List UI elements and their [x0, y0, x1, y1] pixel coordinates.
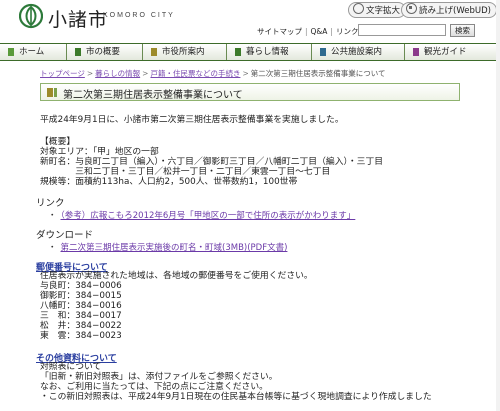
city-roman-name: KOMORO CITY — [103, 12, 175, 19]
overview-line: 三和二丁目・三丁目／松井一丁目・二丁目／東雲一丁目〜七丁目 — [40, 167, 331, 177]
overview-line: 対象エリア：「甲」地区の一部 — [40, 147, 159, 157]
links-heading: リンク — [36, 198, 65, 209]
postal-code-row: 三 和：384−0017 — [40, 311, 122, 321]
pdf-download-link[interactable]: ・第二次第三期住居表示実施後の町名・町域(3MB)(PDF文書) — [48, 241, 287, 253]
download-heading: ダウンロード — [36, 230, 94, 241]
overview-line: 新町名：与良町二丁目（編入）・六丁目／御影町三丁目／八幡町二丁目（編入）・三丁目 — [40, 157, 384, 167]
site-header: 小諸市 KOMORO CITY 文字拡大 読み上げ(WebUD) サイトマップ |… — [0, 0, 500, 40]
page-title-box: 第二次第三期住居表示整備事業について — [40, 83, 460, 101]
other-line: なお、ご利用に当たっては、下記の点にご注意ください。 — [40, 382, 268, 392]
postal-code-row: 松 井：384−0022 — [40, 321, 122, 331]
overview-heading: 【概要】 — [40, 137, 76, 147]
nav-marker-icon — [75, 48, 81, 56]
postal-code-row: 八幡町：384−0016 — [40, 301, 122, 311]
postal-note: 住居表示が実施された地域は、各地域の郵便番号をご使用ください。 — [40, 271, 313, 281]
title-marker-icon — [47, 88, 53, 97]
utility-links: サイトマップ | Q&A | リンク集 — [257, 27, 366, 36]
nav-tourism[interactable]: 観光ガイド — [405, 44, 500, 60]
nav-home[interactable]: ホーム — [0, 44, 67, 60]
breadcrumb: トップページ > 暮らしの情報 > 戸籍・住民票などの手続き > 第二次第三期住居表示整備事… — [40, 69, 386, 78]
breadcrumb-procedures[interactable]: 戸籍・住民票などの手続き — [150, 69, 240, 78]
breadcrumb-top[interactable]: トップページ — [40, 69, 85, 78]
page-title: 第二次第三期住居表示整備事業について — [63, 90, 243, 101]
sitemap-link[interactable]: サイトマップ — [257, 27, 302, 36]
nav-public-facilities[interactable]: 公共施設案内 — [312, 44, 405, 60]
intro-text: 平成24年9月1日に、小諸市第二次第三期住居表示整備事業を実施しました。 — [40, 115, 344, 125]
reference-link[interactable]: ・（参考）広報こもろ2012年6月号「甲地区の一部で住所の表示がかわります」 — [48, 209, 355, 221]
postal-code-row: 東 雲：384−0023 — [40, 331, 122, 341]
scrollbar[interactable] — [496, 0, 500, 411]
nav-marker-icon — [235, 48, 241, 56]
city-emblem-icon[interactable] — [19, 3, 43, 29]
speaker-icon — [406, 3, 417, 14]
nav-marker-icon — [320, 48, 326, 56]
breadcrumb-current: 第二次第三期住居表示整備事業について — [250, 69, 386, 78]
font-size-button[interactable]: 文字拡大 — [348, 2, 407, 18]
read-aloud-button[interactable]: 読み上げ(WebUD) — [401, 2, 497, 18]
postal-code-row: 与良町：384−0006 — [40, 281, 122, 291]
nav-city-hall[interactable]: 市役所案内 — [143, 44, 227, 60]
breadcrumb-living[interactable]: 暮らしの情報 — [95, 69, 140, 78]
city-name[interactable]: 小諸市 — [48, 5, 108, 32]
other-line: 「旧新・新旧対照表」は、添付ファイルをご参照ください。 — [40, 372, 278, 382]
global-nav: ホーム 市の概要 市役所案内 暮らし情報 公共施設案内 観光ガイド — [0, 43, 500, 61]
nav-living-info[interactable]: 暮らし情報 — [227, 44, 312, 60]
search-input[interactable] — [358, 24, 446, 36]
nav-marker-icon — [8, 48, 14, 56]
other-line: 対照表について — [40, 362, 102, 372]
other-line: ・この新旧対照表は、平成24年9月1日現在の住民基本台帳等に基づく現地調査により… — [40, 392, 432, 402]
nav-city-overview[interactable]: 市の概要 — [67, 44, 143, 60]
nav-marker-icon — [151, 48, 157, 56]
overview-line: 規模等：面積約113ha、人口約2，500人、世帯数約1，100世帯 — [40, 177, 298, 187]
nav-marker-icon — [413, 48, 419, 56]
search-button[interactable]: 検索 — [450, 24, 475, 37]
magnifier-icon — [353, 3, 364, 14]
faq-link[interactable]: Q&A — [311, 27, 328, 36]
postal-code-row: 御影町：384−0015 — [40, 291, 122, 301]
